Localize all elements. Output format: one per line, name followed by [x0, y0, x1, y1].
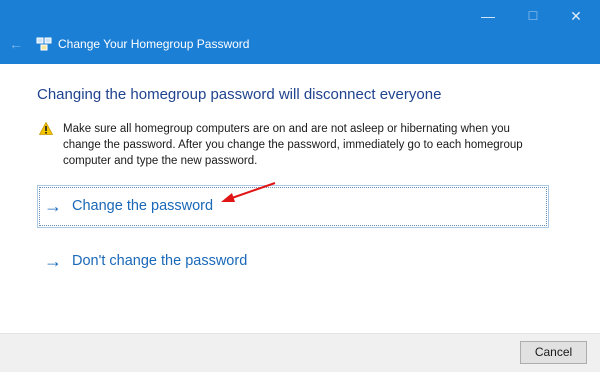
title-bar: — ☐ ✕ ← Change Your Homegroup Password	[0, 0, 600, 64]
dont-change-password-option[interactable]: → Don't change the password	[37, 240, 549, 283]
minimize-button[interactable]: —	[470, 4, 506, 28]
cancel-button[interactable]: Cancel	[520, 341, 587, 364]
close-button[interactable]: ✕	[558, 4, 594, 28]
arrow-right-icon: →	[44, 196, 62, 216]
change-password-label: Change the password	[72, 198, 214, 214]
dont-change-password-label: Don't change the password	[72, 253, 248, 269]
maximize-button[interactable]: ☐	[515, 4, 551, 28]
page-heading: Changing the homegroup password will dis…	[37, 86, 442, 103]
warning-icon	[39, 122, 53, 135]
annotation-arrow-icon	[221, 182, 276, 202]
arrow-right-icon: →	[44, 251, 62, 271]
homegroup-icon	[36, 37, 52, 51]
warning-message: Make sure all homegroup computers are on…	[63, 123, 523, 167]
back-arrow-icon[interactable]: ←	[6, 34, 26, 54]
footer-bar: Cancel	[0, 333, 600, 372]
window-title: Change Your Homegroup Password	[58, 37, 250, 51]
change-password-option[interactable]: → Change the password	[37, 185, 549, 228]
